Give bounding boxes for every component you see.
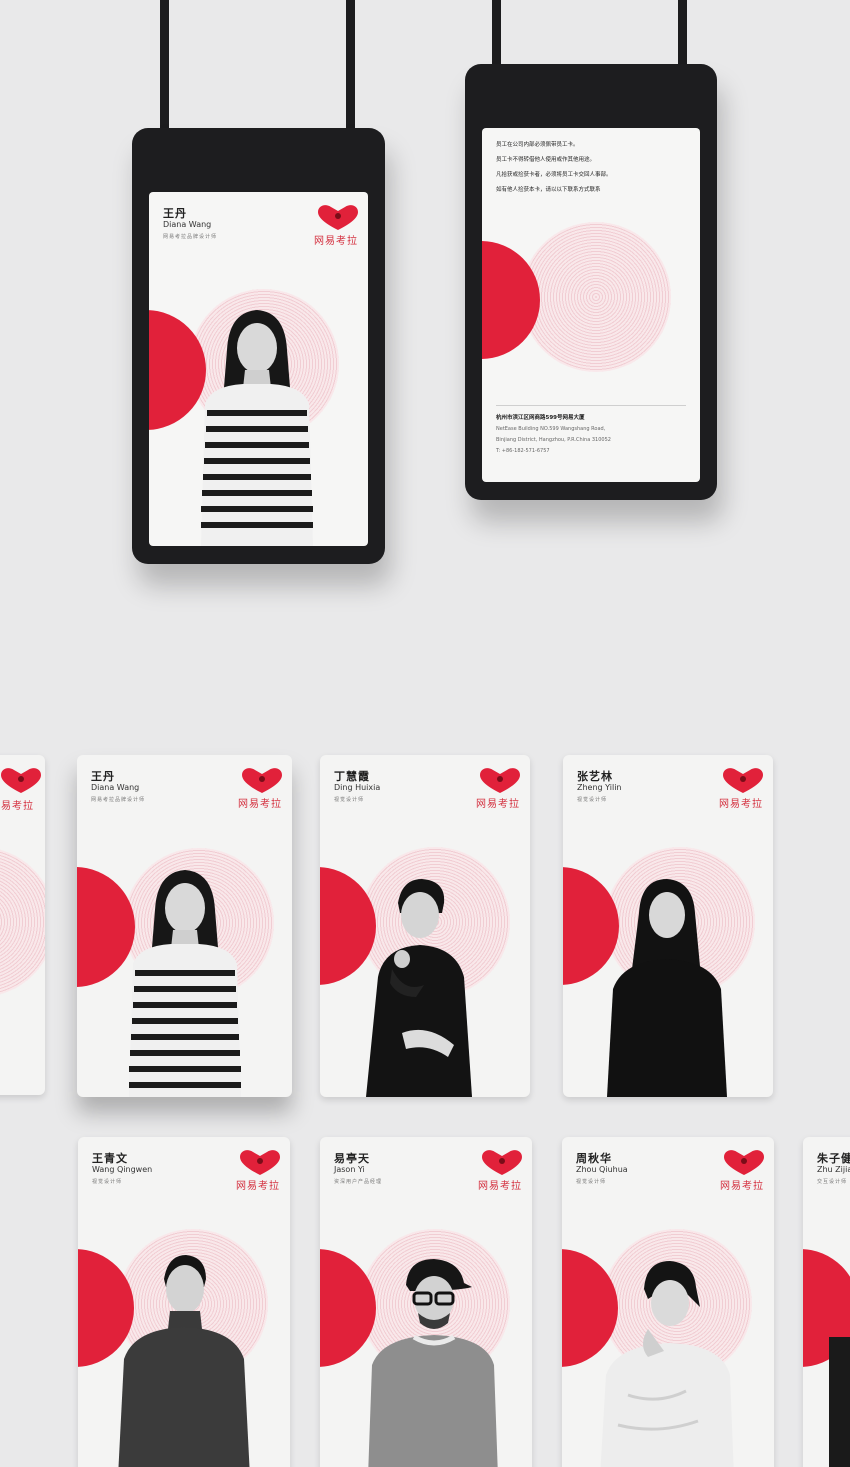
employee-card: 王丹 Diana Wang 网易考拉品牌设计师 网易考拉	[77, 755, 292, 1097]
employee-name-cn: 丁慧霞	[334, 770, 370, 783]
notice-line: 员工在公司内部必须佩带员工卡。	[496, 142, 579, 148]
portrait-photo	[201, 310, 313, 546]
brand-logo: 网易考拉	[712, 1149, 764, 1195]
brand-logo-text: 网易考拉	[719, 799, 763, 810]
employee-name-cn: 王青文	[92, 1152, 128, 1165]
employee-card: 周秋华 Zhou Qiuhua 视觉设计师 网易考拉	[562, 1137, 774, 1467]
brand-logo-text: 网易考拉	[314, 236, 358, 247]
portrait-photo	[829, 1337, 850, 1467]
brand-logo-text: 网易考拉	[0, 801, 34, 812]
portrait-photo	[118, 1255, 250, 1467]
employee-card-partial: 网易考拉	[0, 755, 45, 1095]
portrait-photo	[366, 879, 472, 1097]
employee-role: 视觉设计师	[334, 797, 365, 803]
employee-card: 王青文 Wang Qingwen 视觉设计师 网易考拉	[78, 1137, 290, 1467]
brand-logo: 网易考拉	[306, 204, 358, 250]
portrait-photo	[129, 870, 241, 1097]
employee-role: 网易考拉品牌设计师	[91, 797, 146, 803]
employee-name-en: Diana Wang	[91, 783, 140, 792]
heart-logo-icon	[318, 205, 358, 230]
heart-logo-icon	[724, 1150, 764, 1175]
employee-role: 网易考拉品牌设计师	[163, 234, 218, 240]
heart-logo-icon	[480, 768, 520, 793]
lanyard-strap	[160, 0, 169, 134]
employee-card-partial: 朱子健 Zhu Zijian 交互设计师	[803, 1137, 850, 1467]
employee-card: 张艺林 Zheng Yilin 视觉设计师 网易考拉	[563, 755, 773, 1097]
heart-logo-icon	[723, 768, 763, 793]
employee-role: 视觉设计师	[576, 1179, 607, 1185]
employee-name-en: Diana Wang	[163, 220, 212, 229]
employee-name-cn: 王丹	[163, 207, 187, 220]
brand-logo-text: 网易考拉	[720, 1181, 764, 1192]
address-cn: 杭州市滨江区网商路599号网易大厦	[496, 415, 585, 421]
lanyard-strap	[678, 0, 687, 70]
ring-pattern	[521, 222, 671, 372]
notice-line: 员工卡不得转借他人使用或作其他用途。	[496, 157, 596, 163]
employee-name-cn: 易亭天	[334, 1152, 370, 1165]
heart-logo-icon	[1, 768, 41, 793]
employee-badge-front: 王丹 Diana Wang 网易考拉品牌设计师 网易考拉	[149, 192, 368, 546]
employee-name-cn: 王丹	[91, 770, 115, 783]
ring-pattern	[0, 847, 45, 997]
portrait-photo	[368, 1259, 498, 1467]
employee-role: 资深用户产品经理	[334, 1179, 383, 1185]
employee-name-en: Zhu Zijian	[817, 1165, 850, 1174]
brand-logo-text: 网易考拉	[476, 799, 520, 810]
heart-logo-icon	[240, 1150, 280, 1175]
employee-role: 交互设计师	[817, 1179, 848, 1185]
employee-card: 丁慧霞 Ding Huixia 视觉设计师 网易考拉	[320, 755, 530, 1097]
lanyard-strap	[492, 0, 501, 70]
employee-name-en: Ding Huixia	[334, 783, 381, 792]
brand-logo-text: 网易考拉	[236, 1181, 280, 1192]
lanyard-strap	[346, 0, 355, 134]
employee-card: 易亭天 Jason Yi 资深用户产品经理 网易考拉	[320, 1137, 532, 1467]
notice-line: 如有他人捡获本卡，请以以下联系方式联系	[496, 187, 601, 193]
employee-badge-back: 员工在公司内部必须佩带员工卡。 员工卡不得转借他人使用或作其他用途。 凡拾获或捡…	[482, 128, 700, 482]
notice-line: 凡拾获或捡获卡者，必须将员工卡交回人事部。	[496, 172, 612, 178]
employee-name-en: Zheng Yilin	[577, 783, 622, 792]
phone-number: T: +86-182-571-6757	[496, 448, 550, 454]
employee-role: 视觉设计师	[92, 1179, 123, 1185]
heart-logo-icon	[482, 1150, 522, 1175]
employee-name-cn: 朱子健	[817, 1152, 850, 1165]
badge-design-photo: 王丹 Diana Wang 网易考拉品牌设计师 网易考拉 员工在公司内部必须佩带…	[0, 0, 850, 1467]
badge-holder-front: 王丹 Diana Wang 网易考拉品牌设计师 网易考拉	[132, 128, 385, 564]
divider	[496, 405, 686, 406]
address-en-line-2: Binjiang District, Hangzhou, P.R.China 3…	[496, 437, 611, 443]
brand-logo: 网易考拉	[711, 767, 763, 813]
employee-name-en: Zhou Qiuhua	[576, 1165, 628, 1174]
badge-holder-back: 员工在公司内部必须佩带员工卡。 员工卡不得转借他人使用或作其他用途。 凡拾获或捡…	[465, 64, 717, 500]
portrait-photo	[600, 1261, 734, 1467]
brand-logo: 网易考拉	[230, 767, 282, 813]
brand-logo-text: 网易考拉	[478, 1181, 522, 1192]
brand-logo: 网易考拉	[470, 1149, 522, 1195]
address-en-line-1: NetEase Building NO.599 Wangshang Road,	[496, 426, 606, 432]
brand-logo-text: 网易考拉	[238, 799, 282, 810]
heart-logo-icon	[242, 768, 282, 793]
employee-name-en: Jason Yi	[334, 1165, 365, 1174]
portrait-photo	[607, 879, 727, 1097]
brand-logo: 网易考拉	[228, 1149, 280, 1195]
employee-name-en: Wang Qingwen	[92, 1165, 153, 1174]
employee-name-cn: 张艺林	[577, 770, 613, 783]
employee-name-cn: 周秋华	[576, 1152, 612, 1165]
employee-role: 视觉设计师	[577, 797, 608, 803]
brand-logo: 网易考拉	[468, 767, 520, 813]
